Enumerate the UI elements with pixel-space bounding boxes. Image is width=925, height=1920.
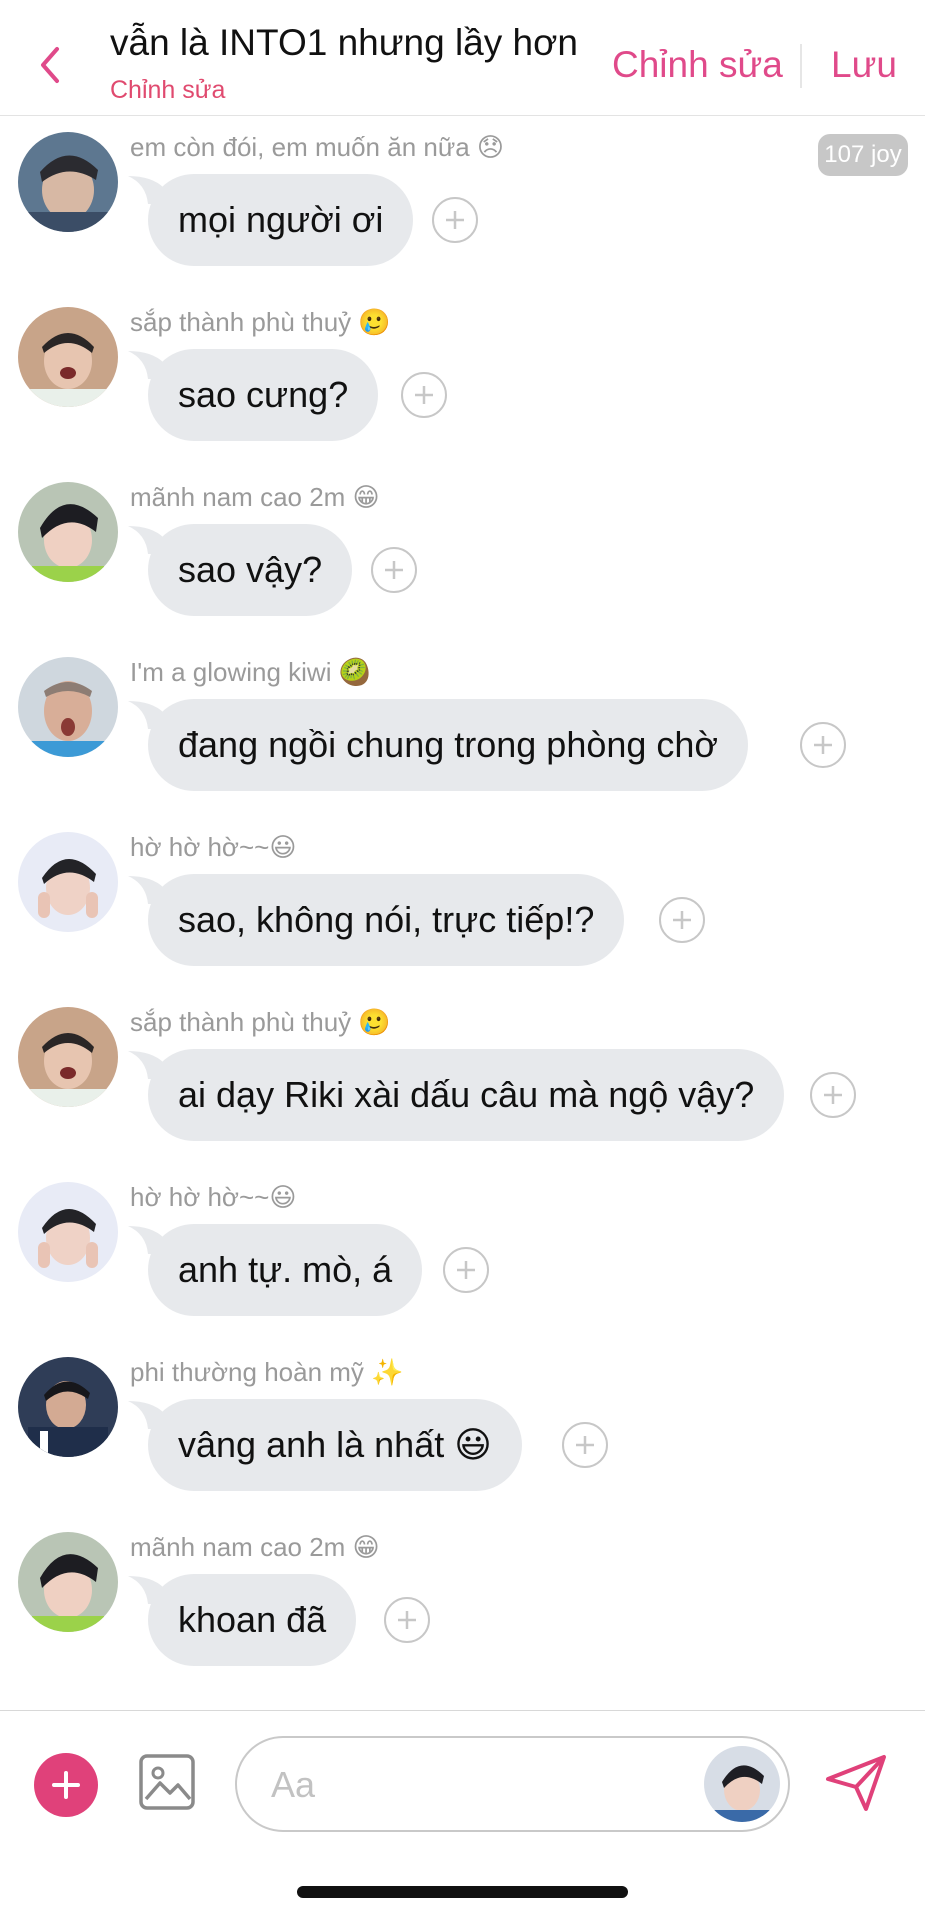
add-reaction-button[interactable]: [443, 1247, 489, 1293]
plus-icon: [398, 1611, 416, 1629]
sender-name: sắp thành phù thuỷ 🥲: [130, 1007, 391, 1037]
add-reaction-button[interactable]: [401, 372, 447, 418]
message-input-placeholder: Aa: [271, 1764, 316, 1805]
message-item: hờ hờ hờ~~😃 anh tự. mò, á: [0, 1182, 925, 1357]
avatar[interactable]: [18, 132, 118, 232]
message-input[interactable]: Aa: [235, 1736, 790, 1832]
plus-icon: [814, 736, 832, 754]
edit-button[interactable]: Chỉnh sửa: [612, 44, 783, 86]
add-reaction-button[interactable]: [800, 722, 846, 768]
chat-subtitle[interactable]: Chỉnh sửa: [110, 76, 225, 105]
add-reaction-button[interactable]: [371, 547, 417, 593]
sender-name: em còn đói, em muốn ăn nữa 😞: [130, 132, 505, 162]
add-reaction-button[interactable]: [810, 1072, 856, 1118]
send-icon: [826, 1755, 886, 1811]
plus-icon: [576, 1436, 594, 1454]
message-bubble[interactable]: sao vậy?: [148, 524, 353, 616]
add-reaction-button[interactable]: [562, 1422, 608, 1468]
message-bubble[interactable]: mọi người ơi: [148, 174, 414, 266]
message-item: I'm a glowing kiwi 🥝 đang ngồi chung tro…: [0, 657, 925, 832]
back-button[interactable]: [30, 40, 70, 90]
chevron-left-icon: [41, 47, 59, 83]
avatar[interactable]: [18, 1182, 118, 1282]
sender-name: hờ hờ hờ~~😃: [130, 832, 297, 862]
image-icon: [139, 1754, 195, 1810]
message-bubble[interactable]: đang ngồi chung trong phòng chờ: [148, 699, 749, 791]
send-button[interactable]: [822, 1749, 890, 1817]
add-reaction-button[interactable]: [432, 197, 478, 243]
avatar[interactable]: [18, 657, 118, 757]
save-button[interactable]: Lưu: [831, 44, 897, 86]
avatar[interactable]: [18, 1007, 118, 1107]
plus-icon: [446, 211, 464, 229]
message-bubble[interactable]: khoan đã: [148, 1574, 357, 1666]
message-item: hờ hờ hờ~~😃 sao, không nói, trực tiếp!?: [0, 832, 925, 1007]
message-item: mãnh nam cao 2m 😁 sao vậy?: [0, 482, 925, 657]
plus-icon: [457, 1261, 475, 1279]
chat-header: vẫn là INTO1 nhưng lầy hơn Chỉnh sửa Chỉ…: [0, 0, 925, 116]
message-bubble[interactable]: ai dạy Riki xài dấu câu mà ngộ vậy?: [148, 1049, 785, 1141]
add-reaction-button[interactable]: [659, 897, 705, 943]
avatar[interactable]: [18, 1357, 118, 1457]
message-item: em còn đói, em muốn ăn nữa 😞 mọi người ơ…: [0, 132, 925, 307]
message-item: phi thường hoàn mỹ ✨ vâng anh là nhất 😃: [0, 1357, 925, 1532]
sender-name: sắp thành phù thuỷ 🥲: [130, 307, 391, 337]
message-bubble[interactable]: sao, không nói, trực tiếp!?: [148, 874, 625, 966]
avatar[interactable]: [18, 1532, 118, 1632]
message-item: sắp thành phù thuỷ 🥲 sao cưng?: [0, 307, 925, 482]
message-bubble[interactable]: vâng anh là nhất 😃: [148, 1399, 522, 1491]
sender-name: I'm a glowing kiwi 🥝: [130, 657, 372, 687]
sender-name: phi thường hoàn mỹ ✨: [130, 1357, 404, 1387]
image-button[interactable]: [138, 1753, 196, 1811]
chat-title: vẫn là INTO1 nhưng lầy hơn: [110, 22, 578, 63]
plus-icon: [385, 561, 403, 579]
sender-name: hờ hờ hờ~~😃: [130, 1182, 297, 1212]
sender-name: mãnh nam cao 2m 😁: [130, 482, 380, 512]
message-bubble[interactable]: anh tự. mò, á: [148, 1224, 423, 1316]
sender-name: mãnh nam cao 2m 😁: [130, 1532, 380, 1562]
message-item: sắp thành phù thuỷ 🥲 ai dạy Riki xài dấu…: [0, 1007, 925, 1182]
avatar[interactable]: [18, 482, 118, 582]
home-indicator[interactable]: [297, 1886, 628, 1898]
message-item: mãnh nam cao 2m 😁 khoan đã: [0, 1532, 925, 1707]
sticker-avatar[interactable]: [704, 1746, 780, 1822]
add-reaction-button[interactable]: [384, 1597, 430, 1643]
add-button[interactable]: [34, 1753, 98, 1817]
plus-icon: [52, 1771, 80, 1799]
avatar[interactable]: [18, 307, 118, 407]
plus-icon: [673, 911, 691, 929]
plus-icon: [415, 386, 433, 404]
plus-icon: [824, 1086, 842, 1104]
message-bubble[interactable]: sao cưng?: [148, 349, 379, 441]
header-divider: [800, 44, 802, 88]
avatar[interactable]: [18, 832, 118, 932]
